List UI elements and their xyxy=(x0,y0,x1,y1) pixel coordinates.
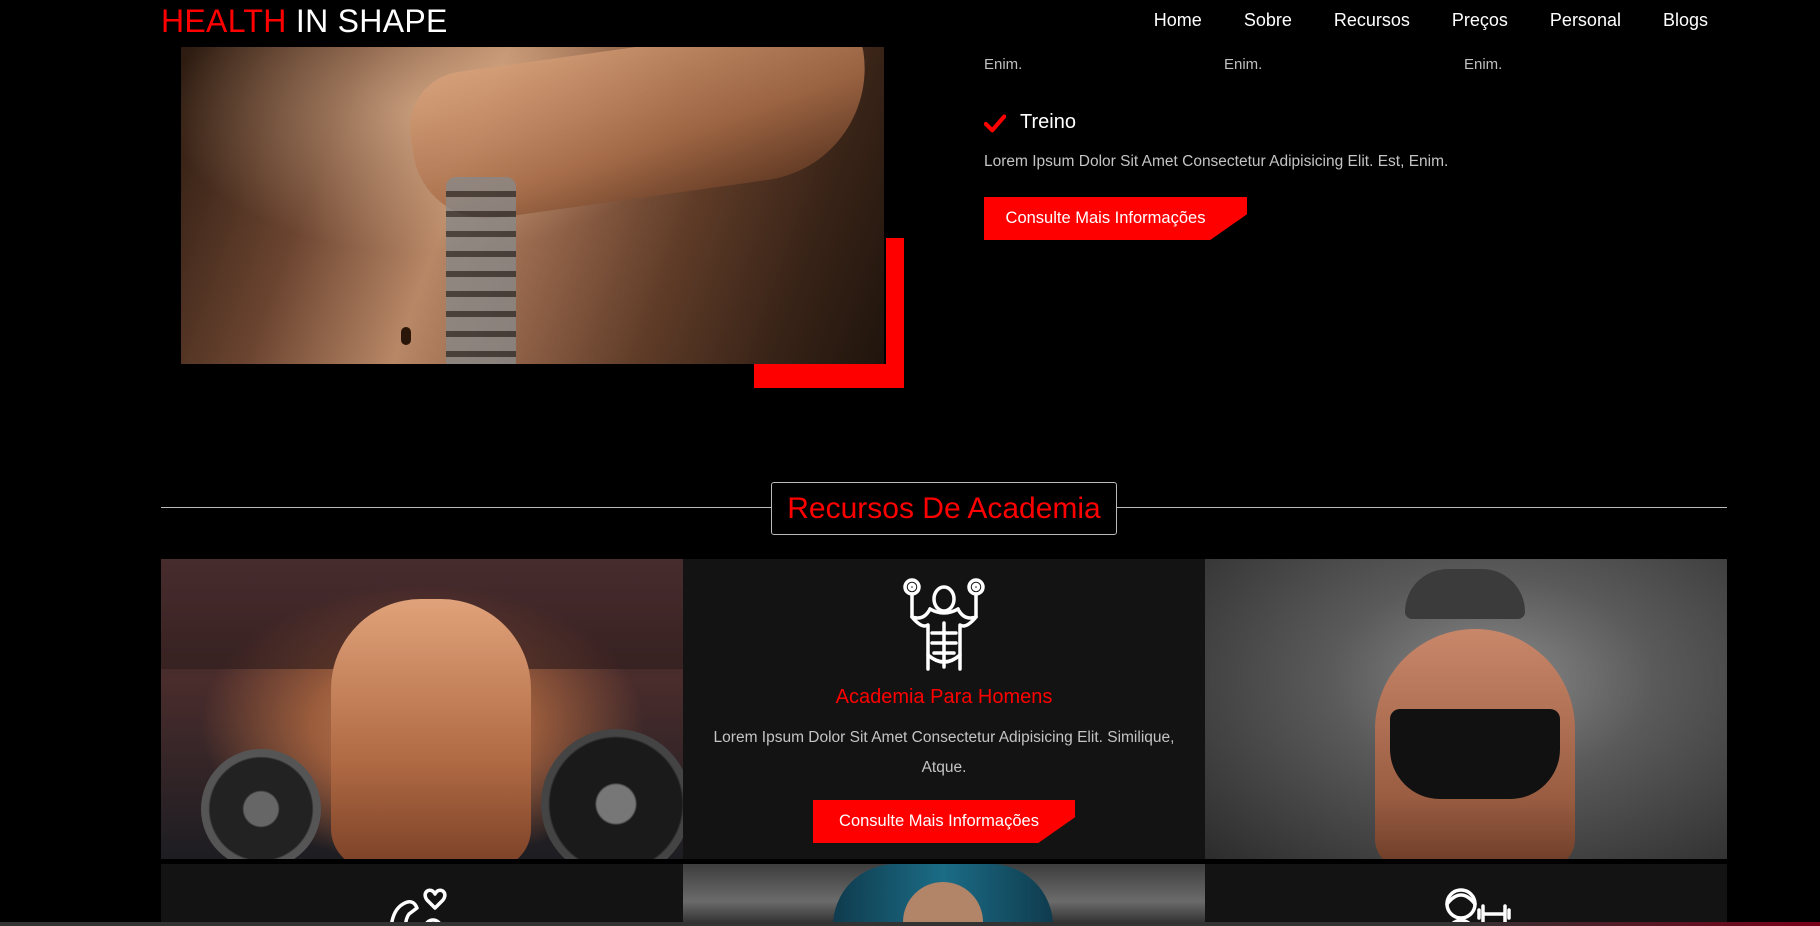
feature-card-partial xyxy=(1205,864,1727,926)
feature-card: Academia Para Homens Lorem Ipsum Dolor S… xyxy=(683,559,1205,859)
section-title: Recursos De Academia xyxy=(787,491,1101,525)
nav-precos[interactable]: Preços xyxy=(1452,10,1508,31)
column-text: Enim. xyxy=(1464,56,1503,73)
logo[interactable]: HEALTH IN SHAPE xyxy=(161,3,448,40)
feature-columns: Enim. Enim. Enim. xyxy=(984,56,1704,73)
chain-shape xyxy=(446,177,516,364)
feature-card-partial xyxy=(161,864,683,926)
navel-shape xyxy=(401,327,411,345)
trainer-dumbbell-icon xyxy=(1445,888,1511,926)
card-text: Lorem Ipsum Dolor Sit Amet Consectetur A… xyxy=(713,729,1175,776)
top-shape xyxy=(1390,709,1560,799)
nav-sobre[interactable]: Sobre xyxy=(1244,10,1292,31)
hooded-man-image xyxy=(683,864,1205,926)
nav-personal[interactable]: Personal xyxy=(1550,10,1621,31)
men-gym-image xyxy=(161,559,683,859)
nav-home[interactable]: Home xyxy=(1154,10,1202,31)
card-more-info-button[interactable]: Consulte Mais Informações xyxy=(813,800,1075,843)
site-header: HEALTH IN SHAPE Home Sobre Recursos Preç… xyxy=(0,0,1820,46)
women-gym-image xyxy=(1205,559,1727,859)
more-info-button[interactable]: Consulte Mais Informações xyxy=(984,197,1247,240)
feature-label: Treino xyxy=(1020,111,1076,133)
column-text: Enim. xyxy=(1224,56,1263,73)
section-title-box: Recursos De Academia xyxy=(771,482,1117,535)
muscle-man-icon xyxy=(903,578,985,671)
cap-shape xyxy=(1405,569,1525,619)
dumbbell-shape xyxy=(201,749,321,859)
torso-shape xyxy=(331,599,531,859)
logo-rest: IN SHAPE xyxy=(286,3,448,39)
feature-treino: Treino xyxy=(984,111,1076,134)
nav-blogs[interactable]: Blogs xyxy=(1663,10,1708,31)
training-image xyxy=(181,47,884,364)
main-nav: Home Sobre Recursos Preços Personal Blog… xyxy=(1112,10,1708,31)
check-icon xyxy=(984,114,1006,132)
dumbbell-shape xyxy=(541,729,683,859)
arm-heart-icon xyxy=(389,888,447,926)
logo-accent: HEALTH xyxy=(161,3,287,39)
nav-recursos[interactable]: Recursos xyxy=(1334,10,1410,31)
card-title: Academia Para Homens xyxy=(835,686,1053,708)
column-text: Enim. xyxy=(984,56,1023,73)
feature-description: Lorem Ipsum Dolor Sit Amet Consectetur A… xyxy=(984,153,1449,170)
page-bottom-edge xyxy=(0,922,1820,926)
